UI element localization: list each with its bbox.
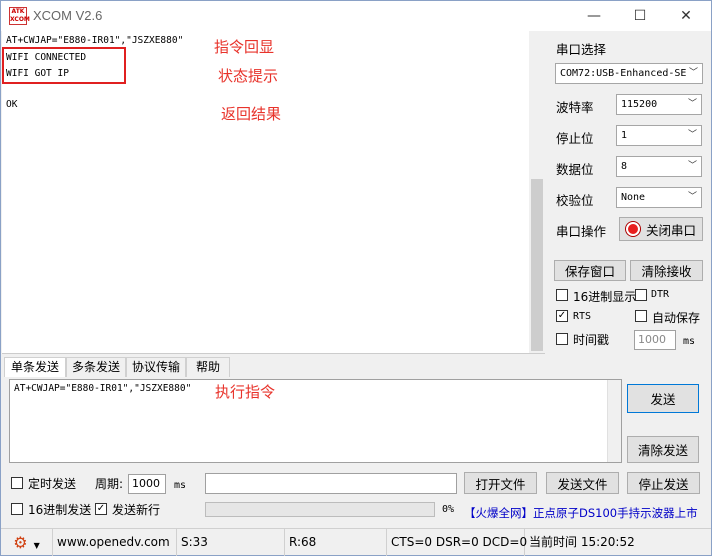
send-newline-label: 发送新行 xyxy=(112,503,161,517)
minimize-button[interactable]: — xyxy=(571,1,617,31)
send-progress-bar xyxy=(205,502,435,517)
port-status-indicator-icon xyxy=(625,222,640,236)
xcom-window: ATK XCOM XCOM V2.6 — ☐ ✕ AT+CWJAP="E880-… xyxy=(0,0,712,556)
tab-single-send[interactable]: 单条发送 xyxy=(4,357,66,377)
send-text: AT+CWJAP="E880-IR01","JSZXE880" xyxy=(14,383,192,394)
dtr-checkbox[interactable] xyxy=(635,289,647,301)
clear-send-button[interactable]: 清除发送 xyxy=(627,436,699,463)
app-logo-icon: ATK XCOM xyxy=(9,7,30,25)
timestamp-label: 时间戳 xyxy=(573,333,610,347)
dtr-label: DTR xyxy=(651,289,670,300)
parity-label: 校验位 xyxy=(556,193,594,208)
chevron-down-icon: ﹀ xyxy=(687,161,697,171)
checkmark-icon: ✓ xyxy=(557,310,567,321)
gear-icon: ⚙ xyxy=(13,533,28,552)
send-scrollbar[interactable] xyxy=(607,380,621,462)
annotation-result: 返回结果 xyxy=(221,105,282,123)
send-file-button[interactable]: 发送文件 xyxy=(546,472,619,494)
window-title: XCOM V2.6 xyxy=(33,8,103,23)
period-unit: ms xyxy=(174,480,187,491)
receive-line: OK xyxy=(6,99,18,110)
annotation-status: 状态提示 xyxy=(218,67,279,85)
stop-bits-label: 停止位 xyxy=(556,131,594,146)
timed-send-label: 定时发送 xyxy=(28,477,77,491)
rts-label: RTS xyxy=(573,311,592,322)
line-status: CTS=0 DSR=0 DCD=0 xyxy=(387,529,527,556)
send-newline-checkbox[interactable]: ✓ xyxy=(95,503,107,515)
file-path-input[interactable] xyxy=(205,473,457,494)
port-label: 串口选择 xyxy=(556,42,607,57)
received-count: R:68 xyxy=(285,529,387,556)
data-bits-label: 数据位 xyxy=(556,162,594,177)
clear-receive-button[interactable]: 清除接收 xyxy=(630,260,703,281)
chevron-down-icon: ﹀ xyxy=(688,68,698,78)
tab-multi-send[interactable]: 多条发送 xyxy=(66,357,126,377)
save-window-button[interactable]: 保存窗口 xyxy=(554,260,626,281)
current-time: 当前时间 15:20:52 xyxy=(529,535,635,549)
status-bar: ⚙ ▼ www.openedv.com S:33 R:68 CTS=0 DSR=0… xyxy=(1,528,711,556)
chevron-down-icon: ﹀ xyxy=(687,130,697,140)
ad-link[interactable]: 【火爆全网】正点原子DS100手持示波器上市 xyxy=(464,505,698,521)
close-port-button[interactable]: 关闭串口 xyxy=(619,217,703,241)
receive-scrollbar-thumb[interactable] xyxy=(531,179,543,351)
auto-save-checkbox[interactable] xyxy=(635,310,647,322)
close-button[interactable]: ✕ xyxy=(663,1,709,31)
receive-line: AT+CWJAP="E880-IR01","JSZXE880" xyxy=(6,35,184,46)
hex-send-checkbox[interactable] xyxy=(11,503,23,515)
chevron-down-icon: ▼ xyxy=(33,541,40,550)
stop-bits-select[interactable]: 1 ﹀ xyxy=(616,125,702,146)
send-button[interactable]: 发送 xyxy=(627,384,699,413)
progress-percent: 0% xyxy=(442,504,455,515)
rts-checkbox[interactable]: ✓ xyxy=(556,310,568,322)
open-file-button[interactable]: 打开文件 xyxy=(464,472,537,494)
timed-send-checkbox[interactable] xyxy=(11,477,23,489)
baud-label: 波特率 xyxy=(556,100,594,115)
annotation-execute: 执行指令 xyxy=(215,383,276,401)
settings-menu-button[interactable]: ⚙ ▼ xyxy=(1,529,53,556)
website-link[interactable]: www.openedv.com xyxy=(53,529,177,556)
period-input[interactable]: 1000 xyxy=(128,474,166,494)
tab-help[interactable]: 帮助 xyxy=(186,357,230,377)
tab-protocol[interactable]: 协议传输 xyxy=(126,357,186,377)
period-label: 周期: xyxy=(95,477,124,491)
data-bits-select[interactable]: 8 ﹀ xyxy=(616,156,702,177)
port-operation-label: 串口操作 xyxy=(556,224,607,239)
hex-display-label: 16进制显示 xyxy=(573,290,637,304)
sent-count: S:33 xyxy=(177,529,285,556)
auto-save-label: 自动保存 xyxy=(652,311,701,325)
baud-select[interactable]: 115200 ﹀ xyxy=(616,94,702,115)
send-textarea[interactable]: AT+CWJAP="E880-IR01","JSZXE880" xyxy=(9,379,622,463)
hex-display-checkbox[interactable] xyxy=(556,289,568,301)
timestamp-unit: ms xyxy=(683,336,696,347)
port-select[interactable]: COM72:USB-Enhanced-SE ﹀ xyxy=(555,63,703,84)
stop-send-button[interactable]: 停止发送 xyxy=(627,472,700,494)
hex-send-label: 16进制发送 xyxy=(28,503,92,517)
receive-scrollbar[interactable] xyxy=(529,31,545,353)
timestamp-checkbox[interactable] xyxy=(556,333,568,345)
highlight-box xyxy=(2,47,126,84)
chevron-down-icon: ﹀ xyxy=(687,192,697,202)
timestamp-interval-input[interactable]: 1000 xyxy=(634,330,676,350)
checkmark-icon: ✓ xyxy=(96,503,106,514)
chevron-down-icon: ﹀ xyxy=(687,99,697,109)
parity-select[interactable]: None ﹀ xyxy=(616,187,702,208)
maximize-button[interactable]: ☐ xyxy=(617,1,663,31)
annotation-echo: 指令回显 xyxy=(214,38,275,56)
title-bar: ATK XCOM XCOM V2.6 — ☐ ✕ xyxy=(1,1,711,31)
